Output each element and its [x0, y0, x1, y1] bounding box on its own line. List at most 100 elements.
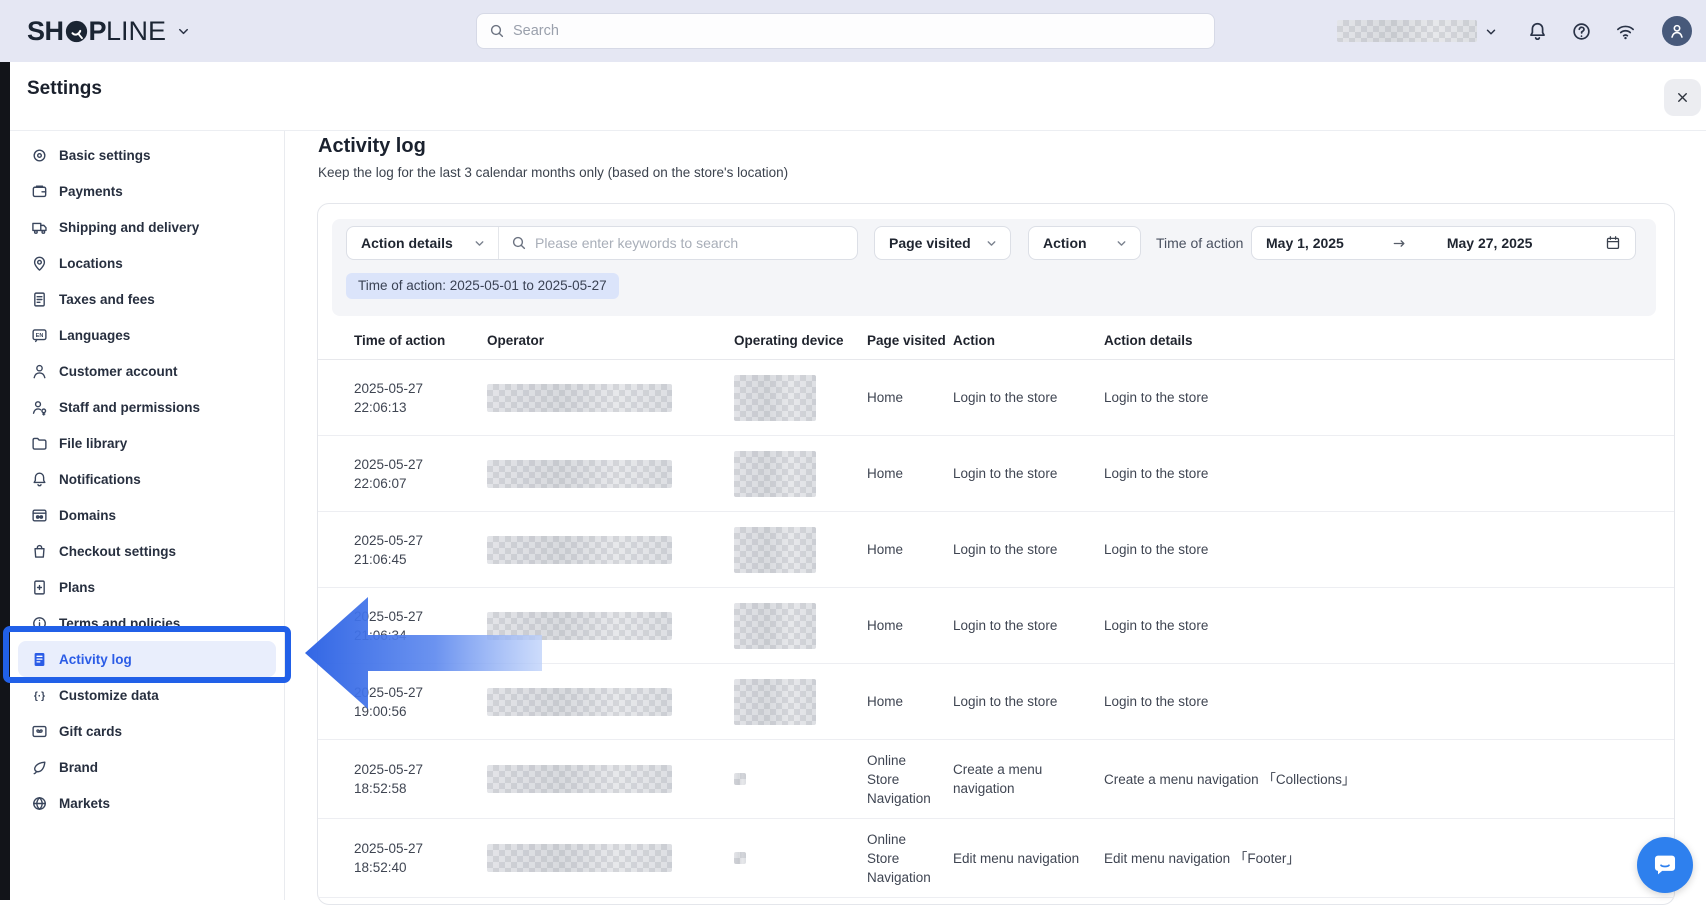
doc-lines-icon — [31, 651, 48, 668]
sidebar-item-activity-log[interactable]: Activity log — [18, 641, 276, 677]
sidebar-item-label: Plans — [59, 580, 95, 595]
gift-card-icon — [31, 723, 48, 740]
settings-page-title: Settings — [27, 78, 102, 100]
row-date: 2025-05-27 — [354, 760, 473, 779]
topbar: SHPLINE — [0, 0, 1706, 62]
keyword-filter: Action details — [346, 226, 858, 260]
logo-text-right: LINE — [106, 16, 166, 47]
operating-device-redacted — [734, 679, 816, 725]
cell-operator — [487, 612, 734, 640]
sidebar-item-markets[interactable]: Markets — [18, 785, 276, 821]
operator-redacted — [487, 612, 672, 640]
sidebar-item-locations[interactable]: Locations — [18, 245, 276, 281]
col-page-visited: Page visited — [867, 333, 953, 348]
row-date: 2025-05-27 — [354, 683, 473, 702]
sidebar-item-checkout-settings[interactable]: Checkout settings — [18, 533, 276, 569]
sidebar-item-gift-cards[interactable]: Gift cards — [18, 713, 276, 749]
global-search-input[interactable] — [513, 23, 1202, 39]
chevron-down-icon — [473, 237, 486, 250]
background-edge — [0, 62, 10, 900]
info-icon — [31, 615, 48, 632]
cell-action-details: Login to the store — [1104, 388, 1654, 407]
chat-support-button[interactable] — [1637, 837, 1693, 893]
close-button[interactable] — [1664, 79, 1701, 116]
col-action: Action — [953, 333, 1104, 348]
sidebar-item-payments[interactable]: Payments — [18, 173, 276, 209]
sidebar-item-taxes-and-fees[interactable]: Taxes and fees — [18, 281, 276, 317]
row-date: 2025-05-27 — [354, 607, 473, 626]
shopline-logo[interactable]: SHPLINE — [27, 0, 191, 62]
sidebar-item-shipping-and-delivery[interactable]: Shipping and delivery — [18, 209, 276, 245]
person-icon — [31, 363, 48, 380]
action-dropdown-label: Action — [1043, 235, 1087, 251]
chevron-down-icon — [985, 237, 998, 250]
cell-action-details: Login to the store — [1104, 616, 1654, 635]
cell-operator — [487, 688, 734, 716]
keyword-search[interactable] — [499, 235, 857, 251]
page-visited-label: Page visited — [889, 235, 971, 251]
operator-redacted — [487, 765, 672, 793]
operator-redacted — [487, 460, 672, 488]
globe-icon — [31, 795, 48, 812]
row-time: 18:52:58 — [354, 779, 473, 798]
cell-page-visited: Online Store Navigation — [867, 751, 953, 808]
col-operator: Operator — [487, 333, 734, 348]
account-name-redacted[interactable] — [1337, 20, 1477, 42]
sidebar-item-label: Payments — [59, 184, 123, 199]
network-wifi-icon[interactable] — [1613, 19, 1637, 43]
sidebar-item-label: Basic settings — [59, 148, 151, 163]
cell-operator — [487, 536, 734, 564]
sidebar-list: Basic settings Payments Shipping and deliv… — [10, 137, 284, 821]
settings-panel: Settings Basic settings Payments Shipping … — [10, 62, 1706, 900]
sidebar-item-file-library[interactable]: File library — [18, 425, 276, 461]
sidebar-item-label: Checkout settings — [59, 544, 176, 559]
gear-icon — [31, 147, 48, 164]
operator-redacted — [487, 688, 672, 716]
page-visited-dropdown[interactable]: Page visited — [874, 226, 1011, 260]
sidebar-item-label: Customize data — [59, 688, 159, 703]
sidebar-item-brand[interactable]: Brand — [18, 749, 276, 785]
keyword-search-input[interactable] — [535, 235, 845, 251]
notifications-bell-icon[interactable] — [1525, 19, 1549, 43]
sidebar-item-customer-account[interactable]: Customer account — [18, 353, 276, 389]
sidebar-item-customize-data[interactable]: {·}Customize data — [18, 677, 276, 713]
table-row: 2025-05-2721:06:34HomeLogin to the store… — [318, 588, 1674, 664]
settings-sidebar: Basic settings Payments Shipping and deliv… — [10, 131, 285, 900]
time-of-action-label: Time of action — [1156, 226, 1243, 260]
field-dropdown[interactable]: Action details — [347, 227, 499, 259]
receipt-icon — [31, 291, 48, 308]
global-search[interactable] — [476, 13, 1215, 49]
sidebar-item-domains[interactable]: Domains — [18, 497, 276, 533]
cell-operating-device — [734, 451, 867, 497]
logo-text-left: SH — [27, 16, 64, 47]
user-avatar[interactable] — [1662, 16, 1692, 46]
sidebar-item-basic-settings[interactable]: Basic settings — [18, 137, 276, 173]
date-range-picker[interactable]: May 1, 2025 May 27, 2025 — [1251, 226, 1636, 260]
cell-operator — [487, 384, 734, 412]
col-operating-device: Operating device — [734, 333, 867, 348]
browser-icon — [31, 507, 48, 524]
account-chevron-down-icon[interactable] — [1484, 25, 1498, 39]
cell-page-visited: Home — [867, 388, 953, 407]
sidebar-item-label: Shipping and delivery — [59, 220, 199, 235]
sidebar-item-languages[interactable]: ENLanguages — [18, 317, 276, 353]
col-action-details: Action details — [1104, 333, 1654, 348]
sidebar-item-plans[interactable]: Plans — [18, 569, 276, 605]
cell-action-details: Login to the store — [1104, 692, 1654, 711]
row-date: 2025-05-27 — [354, 839, 473, 858]
help-icon[interactable] — [1569, 19, 1593, 43]
sidebar-item-label: Terms and policies — [59, 616, 180, 631]
cell-operating-device — [734, 852, 867, 864]
row-time: 22:06:13 — [354, 398, 473, 417]
action-dropdown[interactable]: Action — [1028, 226, 1141, 260]
active-filter-chip: Time of action: 2025-05-01 to 2025-05-27 — [346, 273, 619, 299]
sidebar-item-staff-and-permissions[interactable]: Staff and permissions — [18, 389, 276, 425]
bag-icon — [31, 543, 48, 560]
sidebar-item-label: Brand — [59, 760, 98, 775]
search-icon — [511, 235, 527, 251]
sidebar-item-notifications[interactable]: Notifications — [18, 461, 276, 497]
cell-operating-device — [734, 773, 867, 785]
svg-text:EN: EN — [36, 332, 44, 338]
sidebar-item-terms-and-policies[interactable]: Terms and policies — [18, 605, 276, 641]
cell-time-of-action: 2025-05-2719:00:56 — [354, 683, 487, 721]
